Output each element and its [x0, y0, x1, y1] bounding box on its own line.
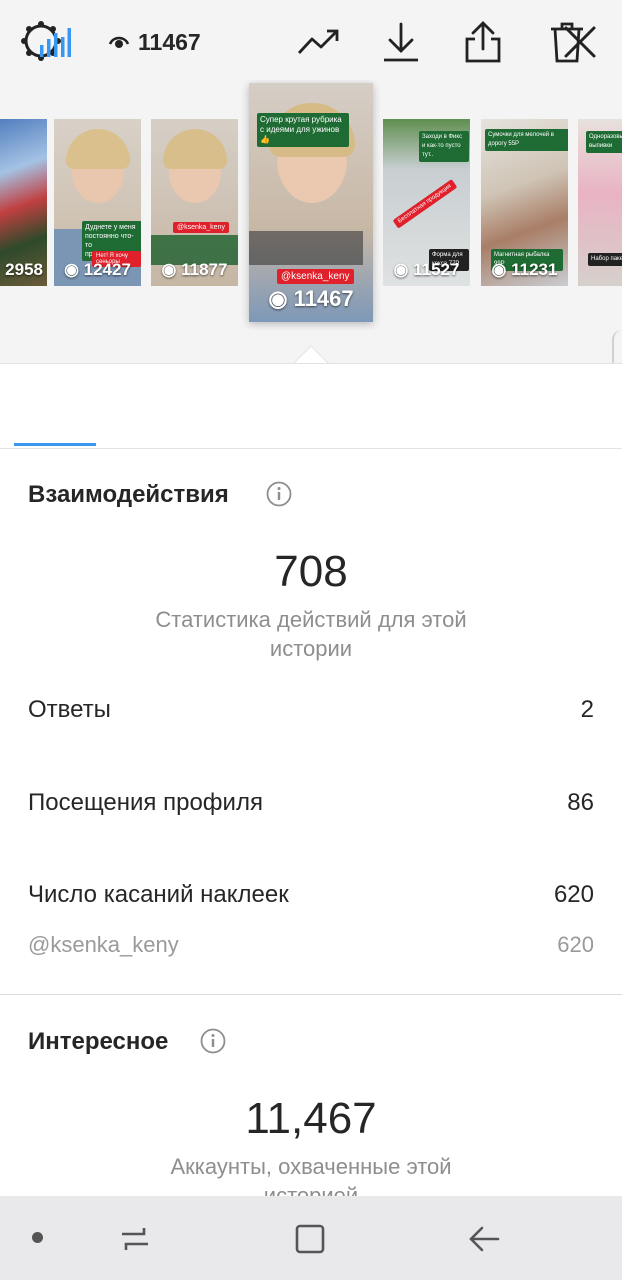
interactions-subtitle: Статистика действий для этой истории [155, 607, 467, 661]
discovery-total: 11,467 [245, 1094, 377, 1143]
story-thumbnail[interactable]: 2958 [0, 119, 47, 286]
recent-apps-icon[interactable] [118, 1222, 152, 1256]
story-sticker: Заходи в Фикс и как-то пусто тут.. [419, 131, 469, 162]
delete-button[interactable] [544, 18, 590, 66]
story-handle: @ksenka_keny [173, 222, 229, 233]
sticker-taps-value: 620 [553, 881, 594, 908]
story-toolbar [0, 363, 622, 449]
sticker-handle-value: 620 [557, 932, 594, 957]
interactions-title: Взаимодействия [28, 481, 229, 508]
bar-chart-icon [40, 28, 71, 57]
story-thumbnail[interactable]: Сумочки для мелочей в дорогу 55Р Магнитн… [481, 119, 568, 286]
active-tab-indicator [14, 443, 96, 446]
story-views: ◉ 12427 [64, 260, 131, 279]
system-nav-bar [0, 1196, 622, 1280]
download-button[interactable] [378, 18, 424, 66]
story-views: ◉ 11527 [393, 260, 460, 279]
eye-icon: ◉ [268, 286, 294, 311]
sticker-taps-label: Число касаний наклеек [28, 881, 289, 908]
story-carousel[interactable]: 2958 Дуднете у меня постоянно что-то про… [0, 80, 622, 330]
story-sticker: Супер крутая рубрика с идеями для ужинов… [257, 113, 349, 147]
promote-button[interactable] [295, 18, 343, 66]
profile-visits-label: Посещения профиля [28, 789, 263, 816]
back-icon[interactable] [466, 1222, 502, 1256]
active-story-pointer [293, 345, 329, 364]
story-views: ◉ 11231 [491, 260, 558, 279]
interactions-total: 708 [274, 547, 348, 596]
share-button[interactable] [460, 18, 506, 66]
eye-icon: ◉ [64, 260, 84, 279]
story-sticker: Сумочки для мелочей в дорогу 55Р [485, 129, 568, 151]
eye-icon: ◉ [393, 260, 414, 279]
eye-icon: ◉ [491, 260, 512, 279]
eye-icon: ◉ [161, 260, 182, 279]
story-thumbnail[interactable]: @ksenka_keny ◉ 11877 [151, 119, 238, 286]
discovery-title: Интересное [28, 1028, 169, 1055]
story-bottom-sticker: Набор пакетов [588, 253, 622, 266]
views-count: 11467 [138, 28, 201, 55]
replies-value: 2 [580, 696, 594, 723]
story-thumbnail[interactable]: Одноразовые для выпивки Набор пакетов [578, 119, 622, 286]
story-thumbnail[interactable]: Дуднете у меня постоянно что-то происход… [54, 119, 141, 286]
download-icon [384, 22, 418, 62]
trend-icon [297, 29, 339, 54]
tab-views[interactable]: 11467 [108, 18, 218, 66]
story-handle: @ksenka_keny [277, 269, 354, 284]
story-views: ◉ 11467 [268, 286, 354, 311]
story-views: ◉ 11877 [161, 260, 228, 279]
info-icon[interactable] [200, 1028, 226, 1054]
tab-insights[interactable] [30, 18, 80, 66]
story-sticker: Одноразовые для выпивки [586, 131, 622, 153]
story-thumbnail-active[interactable]: Супер крутая рубрика с идеями для ужинов… [249, 83, 373, 322]
share-icon [465, 21, 501, 63]
sticker-handle-label[interactable]: @ksenka_keny [28, 932, 179, 958]
eye-icon [108, 36, 130, 48]
dot-icon[interactable] [32, 1232, 43, 1243]
profile-visits-value: 86 [567, 789, 594, 816]
home-icon[interactable] [293, 1222, 327, 1256]
trash-icon [551, 22, 583, 63]
info-icon[interactable] [266, 481, 292, 507]
section-divider [0, 994, 622, 995]
replies-label: Ответы [28, 696, 111, 723]
story-views: 2958 [5, 260, 43, 279]
story-thumbnail[interactable]: Заходи в Фикс и как-то пусто тут.. Беспл… [383, 119, 470, 286]
